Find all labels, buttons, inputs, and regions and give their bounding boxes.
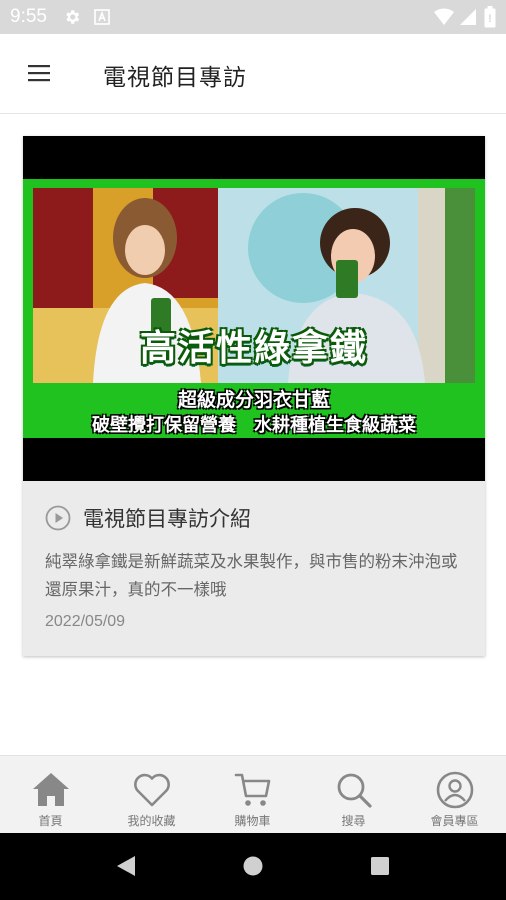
nav-item-home[interactable]: 首頁 [0, 756, 101, 834]
video-banner-subtitle-1: 超級成分羽衣甘藍 [177, 389, 330, 411]
nav-item-search[interactable]: 搜尋 [303, 756, 404, 834]
recent-apps-icon[interactable] [370, 856, 390, 876]
play-circle-icon [45, 505, 71, 531]
card-date: 2022/05/09 [45, 613, 126, 630]
nav-item-member[interactable]: 會員專區 [404, 756, 505, 834]
card-description: 純翠綠拿鐵是新鮮蔬菜及水果製作，與市售的粉末沖泡或還原果汁，真的不一樣哦 [45, 552, 458, 599]
home-icon [33, 773, 69, 806]
video-banner-title: 高活性綠拿鐵 [139, 328, 368, 369]
heart-icon [134, 773, 170, 807]
bottom-navigation: 首頁 我的收藏 購物車 搜尋 會員專區 [0, 755, 506, 833]
hamburger-menu-icon[interactable] [28, 64, 50, 82]
svg-text:!: ! [488, 13, 492, 25]
nav-label-cart: 購物車 [234, 814, 271, 828]
battery-icon: ! [484, 6, 496, 28]
card-title: 電視節目專訪介紹 [83, 507, 251, 531]
back-icon[interactable] [115, 854, 137, 878]
video-player[interactable]: 高活性綠拿鐵 超級成分羽衣甘藍 破壁攪打保留營養 水耕種植生食級蔬菜 [23, 136, 485, 481]
status-bar: 9:55 ! [0, 0, 506, 34]
status-time: 9:55 [10, 6, 47, 27]
video-thumbnail: 高活性綠拿鐵 超級成分羽衣甘藍 破壁攪打保留營養 水耕種植生食級蔬菜 [23, 179, 485, 438]
page-title: 電視節目專訪 [103, 65, 247, 91]
signal-icon [460, 9, 476, 25]
nav-label-home: 首頁 [38, 814, 63, 828]
app-bar: 電視節目專訪 [0, 34, 506, 114]
home-circle-icon[interactable] [243, 856, 263, 876]
cart-icon [234, 773, 271, 806]
nav-item-cart[interactable]: 購物車 [202, 756, 303, 834]
user-icon [436, 771, 474, 809]
nav-label-member: 會員專區 [430, 814, 479, 828]
gear-icon [66, 10, 80, 24]
nav-label-favorites: 我的收藏 [127, 814, 176, 828]
main-content: 高活性綠拿鐵 超級成分羽衣甘藍 破壁攪打保留營養 水耕種植生食級蔬菜 電視節目專… [0, 115, 506, 755]
nav-label-search: 搜尋 [341, 814, 366, 828]
video-card[interactable]: 高活性綠拿鐵 超級成分羽衣甘藍 破壁攪打保留營養 水耕種植生食級蔬菜 電視節目專… [23, 136, 485, 656]
wifi-icon [434, 8, 454, 25]
nav-item-favorites[interactable]: 我的收藏 [101, 756, 202, 834]
search-icon [337, 773, 372, 808]
a-icon [94, 9, 110, 25]
video-banner-subtitle-2: 破壁攪打保留營養 水耕種植生食級蔬菜 [92, 415, 416, 436]
system-navigation-bar [0, 833, 506, 900]
